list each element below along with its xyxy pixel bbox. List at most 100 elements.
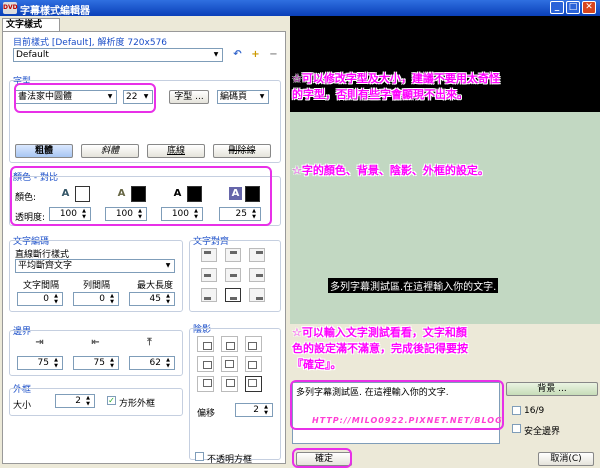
shadow-top-button[interactable] <box>221 336 238 352</box>
spinner-arrows-icon[interactable]: ▲ ▼ <box>107 357 117 369</box>
bold-button[interactable]: 粗體 <box>15 144 73 158</box>
shadow-left-button[interactable] <box>197 356 214 372</box>
font-button[interactable]: 字型 ... <box>169 90 209 104</box>
title-bar: DVD 字幕樣式編輯器 _ □ ✕ <box>0 0 600 17</box>
spinner-arrows-icon[interactable]: ▲ ▼ <box>163 293 173 305</box>
line-spacing-value: 0 <box>99 294 105 304</box>
char-spacing-value: 0 <box>43 294 49 304</box>
minimize-button[interactable]: _ <box>550 1 564 14</box>
shadow-top-left-button[interactable] <box>197 336 214 352</box>
settings-panel: 文字樣式 目前樣式 [Default], 解析度 720x576 Default… <box>0 16 290 468</box>
right-margin-value: 75 <box>93 358 105 368</box>
close-button[interactable]: ✕ <box>582 1 596 14</box>
shadow-bottom-left-button[interactable] <box>197 376 214 392</box>
safe-area-label: 安全邊界 <box>524 427 561 437</box>
add-style-icon[interactable]: + <box>249 48 262 61</box>
encoding-value: 編碼頁 <box>220 92 248 102</box>
vertical-margin-icon: ⤒ <box>147 337 152 348</box>
spinner-arrows-icon[interactable]: ▲ ▼ <box>261 404 271 416</box>
line-spacing-label: 列間隔 <box>83 281 111 291</box>
shadow-offset-value: 2 <box>253 405 259 415</box>
preview-subtitle: 多列字幕測試區.在這裡輸入你的文字. <box>328 278 499 293</box>
watermark: HTTP://MILO0922.PIXNET.NET/BLOG <box>312 416 503 425</box>
shadow-offset-label: 偏移 <box>197 409 216 419</box>
spinner-arrows-icon[interactable]: ▲ ▼ <box>51 357 61 369</box>
background-button[interactable]: 背景 ... <box>506 382 598 396</box>
annotation-font-line2: 的字型，否則有些字會顯現不出來。 <box>292 88 468 101</box>
chevron-down-icon: ▼ <box>165 262 171 269</box>
annotation-test-line2: 色的設定滿不滿意，完成後記得要按 <box>292 342 468 355</box>
chevron-down-icon: ▼ <box>213 51 219 58</box>
style-select[interactable]: Default ▼ <box>13 48 223 62</box>
ratio-label: 16/9 <box>524 406 545 416</box>
maximize-button[interactable]: □ <box>566 1 580 14</box>
shadow-bottom-right-button[interactable] <box>245 376 262 392</box>
window-title: 字幕樣式編輯器 <box>20 6 90 17</box>
delete-style-icon[interactable]: − <box>267 48 280 61</box>
current-style-label: 目前樣式 [Default], 解析度 720x576 <box>13 38 168 48</box>
shadow-bottom-button[interactable] <box>221 376 238 392</box>
font-highlight <box>14 83 156 113</box>
chevron-down-icon: ▼ <box>259 93 265 100</box>
ok-highlight <box>292 448 352 468</box>
outline-group <box>9 388 183 416</box>
line-spacing-spinner[interactable]: 0 ▲ ▼ <box>73 292 119 306</box>
char-spacing-label: 文字間隔 <box>23 281 60 291</box>
annotation-test-line3: 『確定』。 <box>292 358 342 371</box>
style-select-value: Default <box>16 50 49 60</box>
encoding-select[interactable]: 編碼頁 ▼ <box>217 90 269 104</box>
app-icon: DVD <box>3 2 18 14</box>
align-middle-right-button[interactable] <box>249 268 265 282</box>
spinner-arrows-icon[interactable]: ▲ ▼ <box>83 395 93 407</box>
left-margin-spinner[interactable]: 75 ▲ ▼ <box>17 356 63 370</box>
italic-button[interactable]: 斜體 <box>81 144 139 158</box>
shadow-right-button[interactable] <box>245 356 262 372</box>
square-outline-label: 方形外框 <box>119 399 156 409</box>
wrap-style-value: 平均斷齊文字 <box>18 261 73 271</box>
safe-area-checkbox[interactable] <box>512 424 521 433</box>
background-button-label: 背景 ... <box>537 384 567 394</box>
square-outline-checkbox[interactable]: ✓ <box>107 396 116 405</box>
opaque-box-checkbox[interactable] <box>195 452 204 461</box>
outline-size-value: 2 <box>75 396 81 406</box>
annotation-font-line1: ☆可以修改字型及大小，建議不要用太奇怪 <box>292 72 500 85</box>
save-style-icon[interactable]: ↶ <box>231 48 244 61</box>
color-highlight <box>10 166 272 226</box>
char-spacing-spinner[interactable]: 0 ▲ ▼ <box>17 292 63 306</box>
align-bottom-center-button[interactable] <box>225 288 241 302</box>
max-length-value: 45 <box>149 294 161 304</box>
annotation-test-line1: ☆可以輸入文字測試看看，文字和顏 <box>292 326 467 339</box>
outline-size-label: 大小 <box>13 401 32 411</box>
ratio-checkbox[interactable] <box>512 406 521 415</box>
right-margin-icon: ⇤ <box>91 337 100 348</box>
vertical-margin-spinner[interactable]: 62 ▲ ▼ <box>129 356 175 370</box>
cancel-button[interactable]: 取消(C) <box>538 452 594 466</box>
spinner-arrows-icon[interactable]: ▲ ▼ <box>163 357 173 369</box>
right-margin-spinner[interactable]: 75 ▲ ▼ <box>73 356 119 370</box>
opaque-box-label: 不透明方框 <box>207 455 253 465</box>
shadow-none-button[interactable] <box>221 356 238 372</box>
tab-text-style[interactable]: 文字樣式 <box>2 18 60 31</box>
align-top-left-button[interactable] <box>201 248 217 262</box>
underline-button[interactable]: 底線 <box>147 144 205 158</box>
vertical-margin-value: 62 <box>149 358 161 368</box>
left-margin-value: 75 <box>37 358 49 368</box>
left-margin-icon: ⇥ <box>35 337 44 348</box>
align-middle-left-button[interactable] <box>201 268 217 282</box>
shadow-top-right-button[interactable] <box>245 336 262 352</box>
spinner-arrows-icon[interactable]: ▲ ▼ <box>107 293 117 305</box>
max-length-label: 最大長度 <box>137 281 174 291</box>
align-middle-center-button[interactable] <box>225 268 241 282</box>
shadow-offset-spinner[interactable]: 2 ▲ ▼ <box>235 403 273 417</box>
max-length-spinner[interactable]: 45 ▲ ▼ <box>129 292 175 306</box>
strikeout-button[interactable]: 刪除線 <box>213 144 271 158</box>
align-top-right-button[interactable] <box>249 248 265 262</box>
annotation-colors: ☆字的顏色、背景、陰影、外框的設定。 <box>292 164 489 177</box>
outline-size-spinner[interactable]: 2 ▲ ▼ <box>55 394 95 408</box>
preview-panel: 多列字幕測試區.在這裡輸入你的文字. 多列字幕測試區. 在這裡輸入你的文字. 背… <box>290 16 600 468</box>
align-bottom-right-button[interactable] <box>249 288 265 302</box>
align-top-center-button[interactable] <box>225 248 241 262</box>
spinner-arrows-icon[interactable]: ▲ ▼ <box>51 293 61 305</box>
align-bottom-left-button[interactable] <box>201 288 217 302</box>
wrap-style-select[interactable]: 平均斷齊文字 ▼ <box>15 259 175 273</box>
